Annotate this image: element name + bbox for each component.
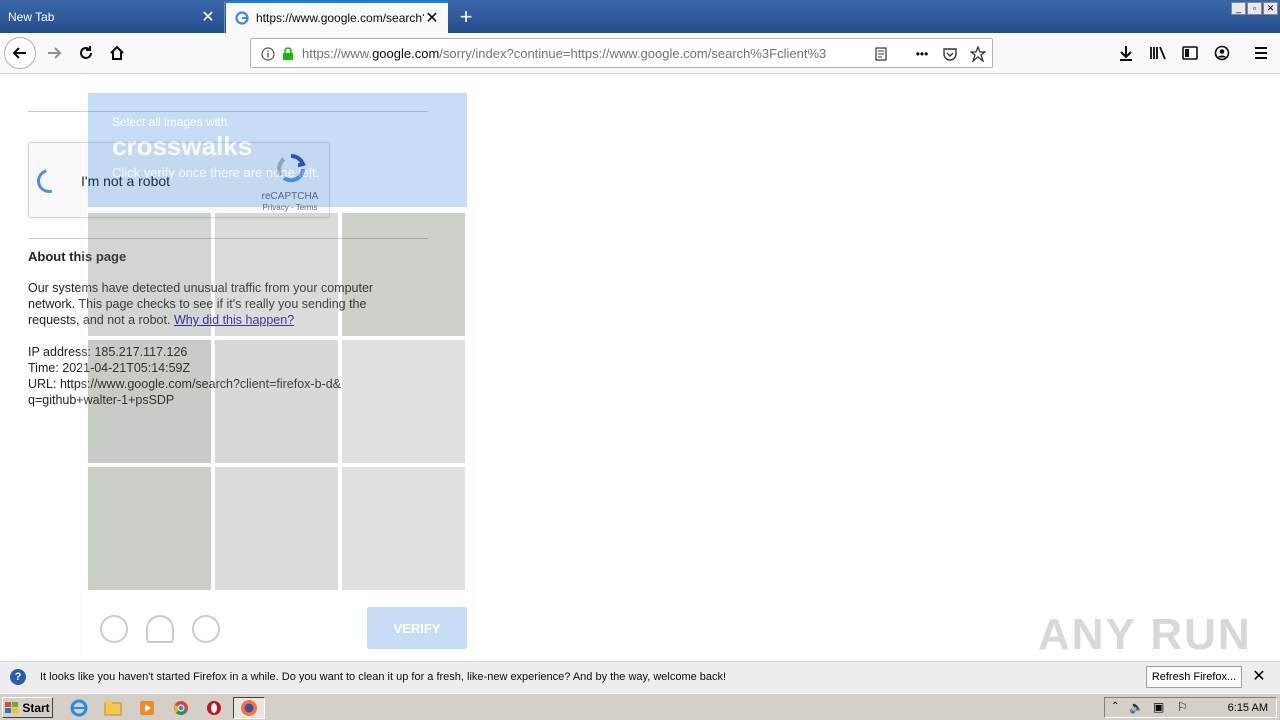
- url-host: google.com: [372, 46, 440, 61]
- file-explorer-icon[interactable]: [103, 698, 123, 718]
- refresh-firefox-button[interactable]: Refresh Firefox...: [1146, 666, 1242, 688]
- start-label: Start: [22, 700, 50, 715]
- reload-button[interactable]: [70, 37, 102, 69]
- home-icon: [110, 45, 124, 60]
- verify-button[interactable]: VERIFY: [367, 607, 467, 649]
- flag-icon[interactable]: ⚐: [1177, 700, 1188, 714]
- timestamp: Time: 2021-04-21T05:14:59Z: [28, 361, 191, 375]
- request-url: URL: https://www.google.com/search?clien…: [28, 377, 341, 391]
- notification-text: It looks like you haven't started Firefo…: [40, 671, 727, 683]
- firefox-icon: [241, 700, 257, 716]
- firefox-taskbar-button[interactable]: [233, 697, 265, 719]
- network-icon[interactable]: ▣: [1153, 700, 1164, 714]
- info-icon[interactable]: [259, 45, 277, 63]
- url-text: https://www.google.com/sorry/index?conti…: [302, 46, 862, 61]
- close-icon[interactable]: ✕: [200, 7, 216, 27]
- headphones-icon[interactable]: [146, 615, 174, 643]
- downloads-icon[interactable]: [1114, 41, 1138, 65]
- request-url-cont: q=github+walter-1+psSDP: [28, 393, 175, 407]
- browser-window: New Tab ✕ https://www.google.com/search?…: [0, 0, 1280, 720]
- library-icon[interactable]: [1146, 41, 1170, 65]
- tray-expand-icon[interactable]: ⌃: [1111, 701, 1119, 712]
- about-title: About this page: [28, 249, 127, 264]
- close-window-icon[interactable]: ✕: [1263, 2, 1278, 15]
- close-icon[interactable]: ✕: [424, 8, 440, 28]
- recaptcha-checkbox-widget[interactable]: I'm not a robot reCAPTCHA Privacy - Term…: [28, 142, 330, 218]
- notification-bar: ? It looks like you haven't started Fire…: [0, 661, 1280, 693]
- clock: 6:15 AM: [1227, 702, 1268, 714]
- tab-google-search[interactable]: https://www.google.com/search?client=fir…: [226, 1, 448, 33]
- taskbar: Start ⌃ 🔈 ▣ ⚐ 6:15 AM: [0, 693, 1280, 720]
- anyrun-watermark: ANY RUN: [1038, 610, 1252, 659]
- recaptcha-privacy-terms-link[interactable]: Privacy - Terms: [255, 203, 325, 212]
- windows-logo-icon: [5, 701, 19, 713]
- challenge-subtitle: Select all images with: [112, 115, 228, 129]
- forward-button[interactable]: [38, 37, 70, 69]
- start-button[interactable]: Start: [2, 697, 53, 718]
- ip-address: IP address: 185.217.117.126: [28, 345, 188, 359]
- info-circle-icon[interactable]: [192, 615, 220, 643]
- tab-title: New Tab: [8, 10, 55, 24]
- url-path: /sorry/index?continue=https://www.google…: [439, 46, 827, 61]
- bookmark-star-icon[interactable]: [969, 45, 987, 63]
- window-controls: _ ▫ ✕: [1231, 2, 1278, 15]
- restore-icon[interactable]: ▫: [1247, 2, 1262, 15]
- internet-explorer-icon[interactable]: [69, 698, 89, 718]
- refresh-icon[interactable]: [100, 615, 128, 643]
- system-tray: ⌃ 🔈 ▣ ⚐ 6:15 AM: [1104, 697, 1277, 718]
- divider: [28, 111, 428, 112]
- divider: [28, 238, 428, 239]
- recaptcha-logo-icon: [277, 154, 306, 183]
- close-icon[interactable]: ✕: [1250, 668, 1268, 686]
- lock-icon[interactable]: [279, 45, 297, 63]
- account-icon[interactable]: [1210, 41, 1234, 65]
- tab-new-tab[interactable]: New Tab ✕: [0, 1, 225, 33]
- url-bar[interactable]: https://www.google.com/sorry/index?conti…: [250, 38, 993, 68]
- question-icon: ?: [10, 669, 26, 685]
- tab-title: https://www.google.com/search?client=fir…: [256, 11, 424, 25]
- tab-strip: New Tab ✕ https://www.google.com/search?…: [0, 0, 1280, 33]
- page-content: I'm not a robot reCAPTCHA Privacy - Term…: [0, 74, 1280, 661]
- media-player-icon[interactable]: [137, 698, 157, 718]
- nav-bar: https://www.google.com/sorry/index?conti…: [0, 33, 1280, 74]
- menu-hamburger-icon[interactable]: [1249, 41, 1273, 65]
- request-details: IP address: 185.217.117.126 Time: 2021-0…: [28, 344, 408, 408]
- challenge-footer: VERIFY: [88, 605, 467, 655]
- arrow-right-icon: [48, 47, 62, 59]
- chrome-icon[interactable]: [171, 698, 191, 718]
- why-did-this-happen-link[interactable]: Why did this happen?: [174, 313, 294, 327]
- google-favicon-icon: [234, 10, 250, 26]
- challenge-tile[interactable]: [342, 467, 465, 590]
- recaptcha-label: I'm not a robot: [81, 173, 171, 189]
- challenge-tile[interactable]: [88, 467, 211, 590]
- loading-spinner-icon: [32, 164, 66, 198]
- volume-icon[interactable]: 🔈: [1129, 700, 1144, 714]
- recaptcha-brand: reCAPTCHA: [261, 191, 319, 202]
- sidebar-icon[interactable]: [1178, 41, 1202, 65]
- new-tab-plus-icon[interactable]: +: [452, 1, 480, 33]
- pocket-icon[interactable]: [941, 45, 959, 63]
- challenge-tile[interactable]: [215, 467, 338, 590]
- arrow-left-icon: [12, 47, 26, 59]
- more-actions-icon[interactable]: •••: [913, 45, 931, 63]
- back-button[interactable]: [4, 37, 36, 69]
- reader-view-icon[interactable]: [872, 45, 890, 63]
- home-button[interactable]: [101, 37, 133, 69]
- minimize-icon[interactable]: _: [1231, 2, 1246, 15]
- opera-icon[interactable]: [204, 698, 224, 718]
- url-prefix: https://www.: [302, 46, 373, 61]
- about-description: Our systems have detected unusual traffi…: [28, 280, 408, 328]
- reload-icon: [80, 46, 92, 59]
